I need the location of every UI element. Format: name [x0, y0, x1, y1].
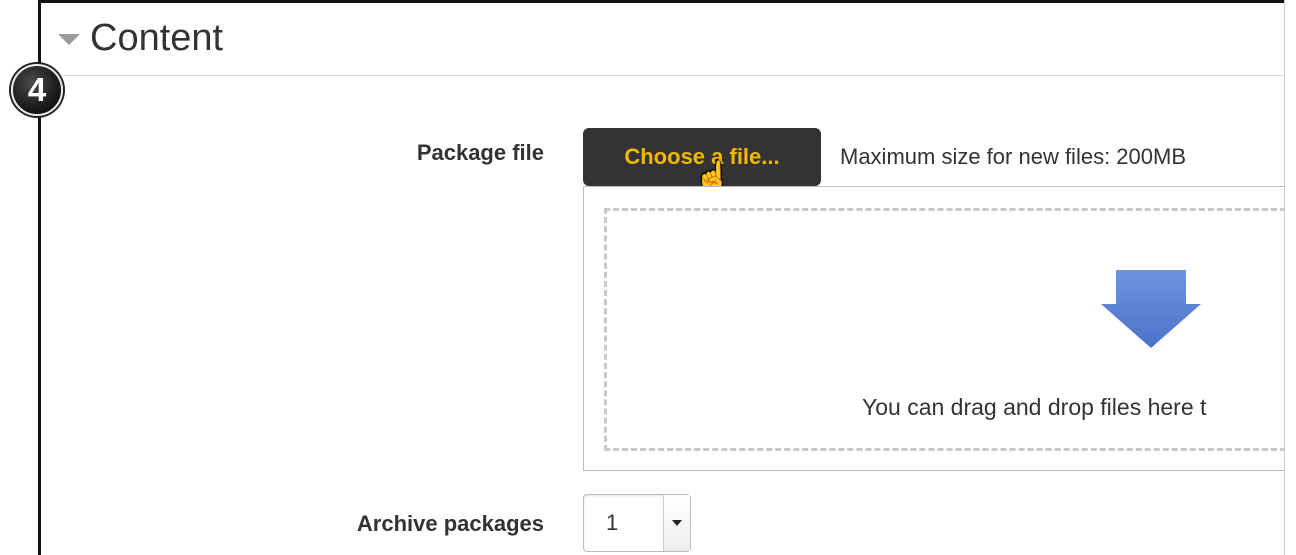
- page-edge-cover: [1284, 0, 1296, 555]
- download-arrow-icon: [1101, 270, 1201, 348]
- collapse-triangle-icon[interactable]: [58, 33, 80, 45]
- select-dropdown-button[interactable]: [663, 495, 690, 551]
- section-title: Content: [90, 16, 224, 59]
- page-edge-line: [1284, 0, 1285, 555]
- step-badge: 4: [11, 64, 63, 116]
- chevron-down-icon: [672, 520, 682, 526]
- archive-packages-value: 1: [606, 510, 619, 535]
- section-divider: [60, 75, 1284, 76]
- archive-packages-label: Archive packages: [356, 511, 544, 536]
- archive-packages-select[interactable]: 1: [583, 494, 691, 552]
- screenshot-frame-top: [38, 0, 1296, 3]
- section-header[interactable]: Content: [58, 10, 223, 66]
- max-size-text: Maximum size for new files: 200MB: [840, 144, 1186, 169]
- drag-drop-text: You can drag and drop files here t: [862, 394, 1207, 420]
- package-file-label: Package file: [416, 140, 544, 165]
